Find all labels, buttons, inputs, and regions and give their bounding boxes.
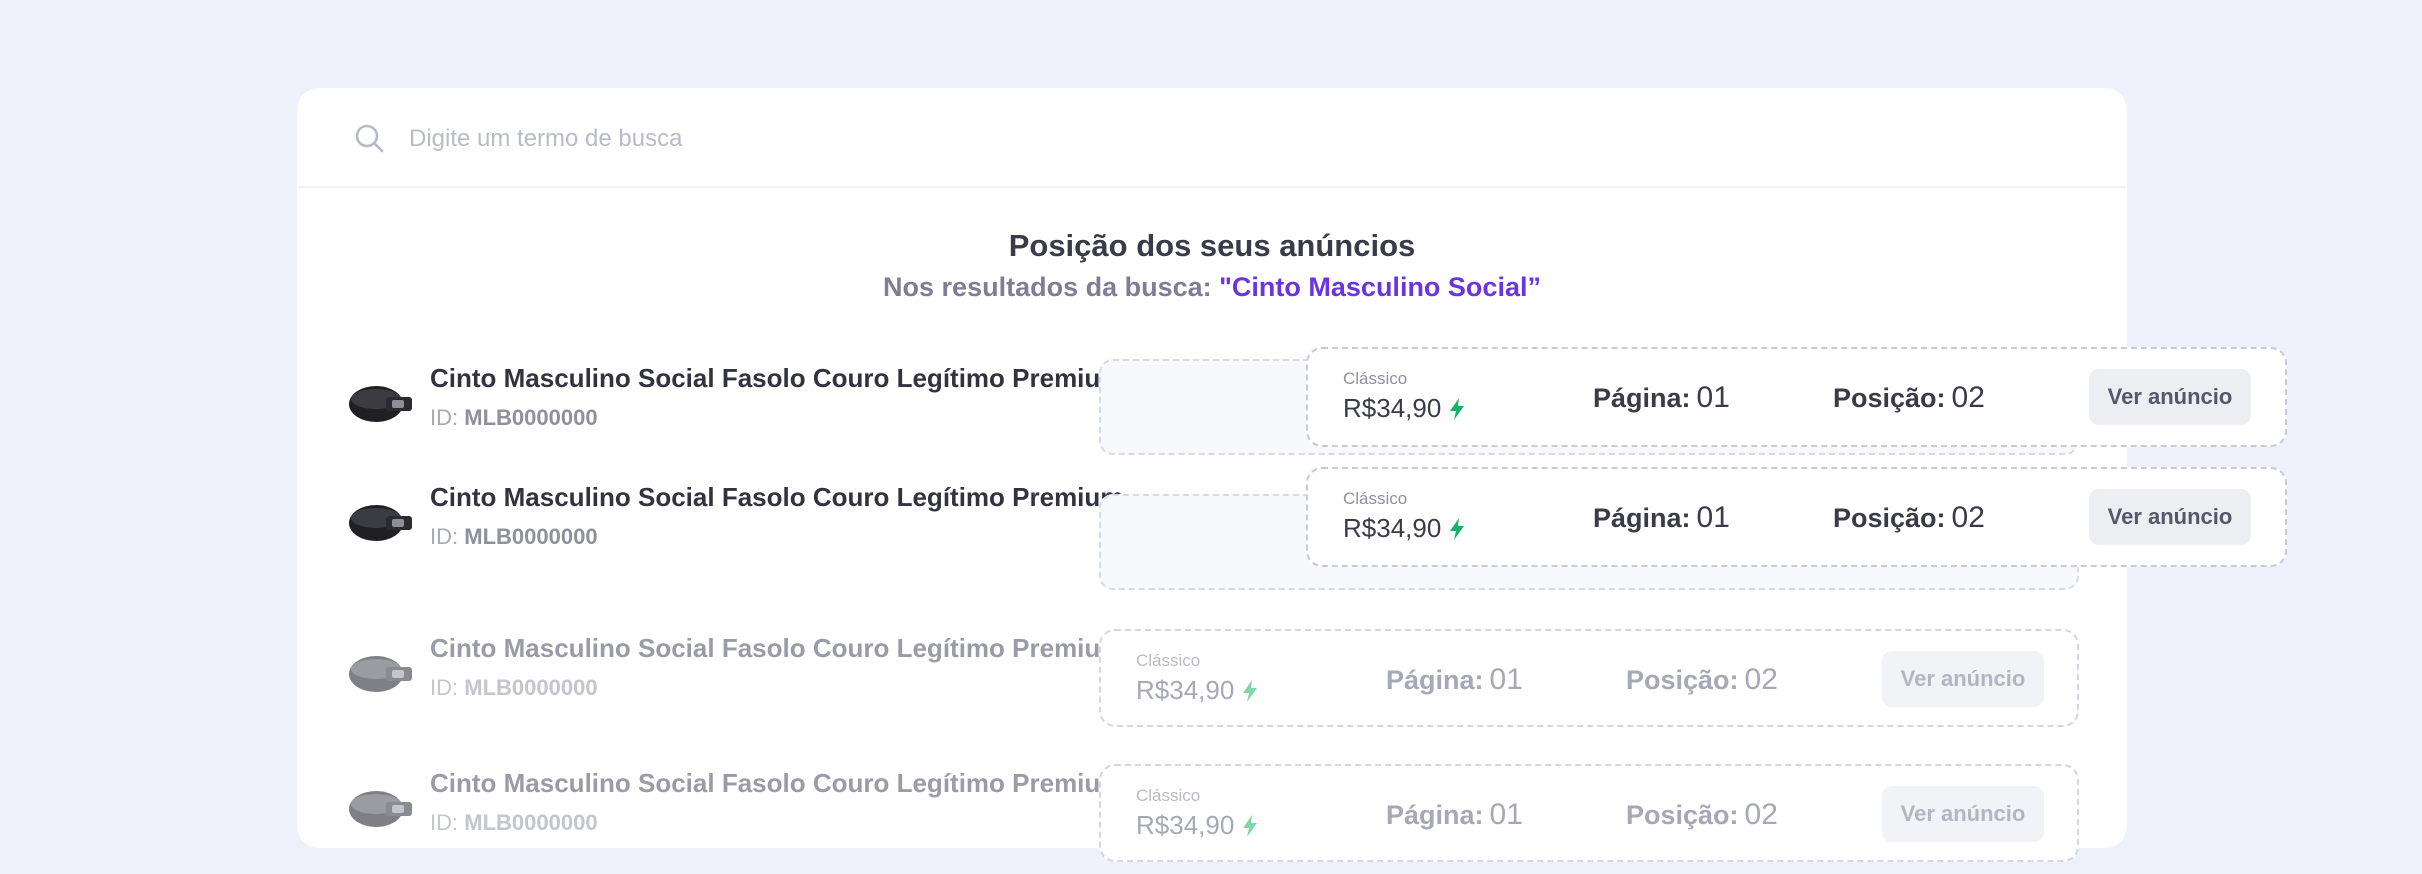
product-thumbnail bbox=[349, 505, 412, 541]
product-thumbnail bbox=[349, 386, 412, 422]
lightning-icon bbox=[1450, 518, 1465, 540]
page-info: Página: 01 bbox=[1386, 663, 1523, 697]
product-id: ID: MLB0000000 bbox=[430, 810, 598, 836]
id-label: ID: bbox=[430, 524, 459, 549]
search-icon bbox=[355, 124, 384, 153]
price: R$34,90 bbox=[1136, 810, 1258, 841]
position-value: 02 bbox=[1951, 501, 1985, 534]
id-value: MLB0000000 bbox=[464, 675, 598, 700]
page-info: Página: 01 bbox=[1386, 798, 1523, 832]
lightning-icon bbox=[1243, 680, 1258, 702]
price: R$34,90 bbox=[1343, 393, 1465, 424]
id-label: ID: bbox=[430, 405, 459, 430]
position-label: Posição: bbox=[1626, 665, 1739, 695]
page-info: Página: 01 bbox=[1593, 381, 1730, 415]
listing-type: Clássico bbox=[1343, 369, 1408, 388]
ad-info-card: Clássico R$34,90 Página: 01 Posição: 02 Ve… bbox=[1306, 347, 2287, 447]
listing-type: Clássico bbox=[1136, 651, 1201, 670]
position-info: Posição: 02 bbox=[1626, 663, 1778, 697]
view-ad-button[interactable]: Ver anúncio bbox=[2089, 489, 2251, 545]
ad-info-card: Clássico R$34,90 Página: 01 Posição: 02 Ve… bbox=[1306, 467, 2287, 567]
product-thumbnail bbox=[349, 656, 412, 692]
price-value: R$34,90 bbox=[1343, 393, 1442, 423]
position-info: Posição: 02 bbox=[1626, 798, 1778, 832]
product-thumbnail bbox=[349, 791, 412, 827]
position-info: Posição: 02 bbox=[1833, 381, 1985, 415]
position-info: Posição: 02 bbox=[1833, 501, 1985, 535]
list-item: Cinto Masculino Social Fasolo Couro Legí… bbox=[0, 754, 2422, 874]
id-value: MLB0000000 bbox=[464, 405, 598, 430]
view-ad-button[interactable]: Ver anúncio bbox=[1882, 786, 2044, 842]
id-label: ID: bbox=[430, 810, 459, 835]
view-ad-button[interactable]: Ver anúncio bbox=[2089, 369, 2251, 425]
product-id: ID: MLB0000000 bbox=[430, 405, 598, 431]
page-value: 01 bbox=[1696, 381, 1730, 414]
list-item: Cinto Masculino Social Fasolo Couro Legí… bbox=[0, 467, 2422, 590]
page-value: 01 bbox=[1489, 663, 1523, 696]
search-term: "Cinto Masculino Social” bbox=[1219, 272, 1541, 302]
product-title[interactable]: Cinto Masculino Social Fasolo Couro Legí… bbox=[430, 482, 1123, 513]
listing-type: Clássico bbox=[1343, 489, 1408, 508]
id-value: MLB0000000 bbox=[464, 810, 598, 835]
search-input[interactable] bbox=[407, 110, 2051, 168]
id-value: MLB0000000 bbox=[464, 524, 598, 549]
view-ad-button[interactable]: Ver anúncio bbox=[1882, 651, 2044, 707]
id-label: ID: bbox=[430, 675, 459, 700]
position-value: 02 bbox=[1744, 798, 1778, 831]
position-label: Posição: bbox=[1833, 383, 1946, 413]
position-label: Posição: bbox=[1833, 503, 1946, 533]
search-bar bbox=[297, 88, 2127, 188]
product-title[interactable]: Cinto Masculino Social Fasolo Couro Legí… bbox=[430, 363, 1123, 394]
position-value: 02 bbox=[1744, 663, 1778, 696]
listing-type: Clássico bbox=[1136, 786, 1201, 805]
subtitle-prefix: Nos resultados da busca: bbox=[883, 272, 1220, 302]
price: R$34,90 bbox=[1136, 675, 1258, 706]
list-item: Cinto Masculino Social Fasolo Couro Legí… bbox=[0, 619, 2422, 739]
product-id: ID: MLB0000000 bbox=[430, 524, 598, 550]
page-subtitle: Nos resultados da busca: "Cinto Masculin… bbox=[297, 272, 2127, 303]
price: R$34,90 bbox=[1343, 513, 1465, 544]
page-value: 01 bbox=[1696, 501, 1730, 534]
lightning-icon bbox=[1243, 815, 1258, 837]
product-title[interactable]: Cinto Masculino Social Fasolo Couro Legí… bbox=[430, 768, 1123, 799]
page-info: Página: 01 bbox=[1593, 501, 1730, 535]
product-id: ID: MLB0000000 bbox=[430, 675, 598, 701]
page-title: Posição dos seus anúncios bbox=[1008, 228, 1416, 263]
page-label: Página: bbox=[1593, 503, 1691, 533]
ad-info-card: Clássico R$34,90 Página: 01 Posição: 02 Ve… bbox=[1099, 629, 2079, 727]
list-item: Cinto Masculino Social Fasolo Couro Legí… bbox=[0, 347, 2422, 469]
page-label: Página: bbox=[1593, 383, 1691, 413]
ad-info-card: Clássico R$34,90 Página: 01 Posição: 02 Ve… bbox=[1099, 764, 2079, 862]
page-label: Página: bbox=[1386, 800, 1484, 830]
position-label: Posição: bbox=[1626, 800, 1739, 830]
page-label: Página: bbox=[1386, 665, 1484, 695]
price-value: R$34,90 bbox=[1136, 810, 1235, 840]
price-value: R$34,90 bbox=[1343, 513, 1442, 543]
lightning-icon bbox=[1450, 398, 1465, 420]
product-title[interactable]: Cinto Masculino Social Fasolo Couro Legí… bbox=[430, 633, 1123, 664]
page-value: 01 bbox=[1489, 798, 1523, 831]
position-value: 02 bbox=[1951, 381, 1985, 414]
price-value: R$34,90 bbox=[1136, 675, 1235, 705]
